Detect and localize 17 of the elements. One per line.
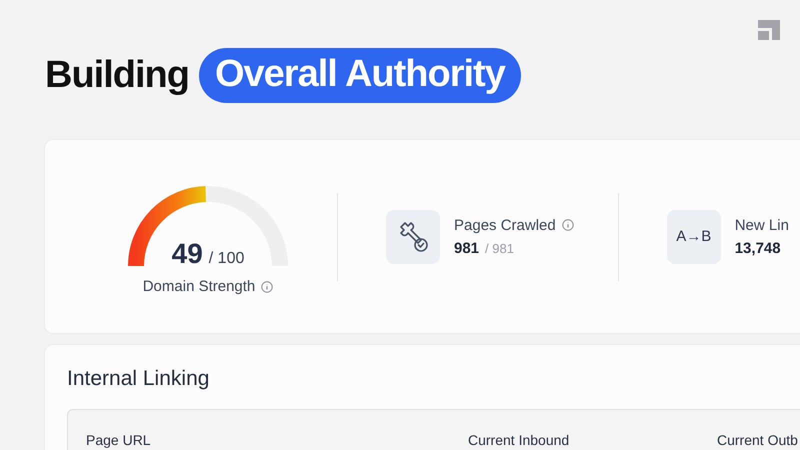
- stat-label: New Lin: [734, 216, 789, 234]
- section-title: Internal Linking: [67, 367, 210, 391]
- column-header: Current Inbound: [468, 432, 570, 448]
- headline-text: Building: [45, 54, 189, 96]
- stat-label: Pages Crawled: [454, 216, 556, 234]
- column-header: Page URL: [86, 432, 152, 448]
- wrench-icon: [386, 210, 440, 264]
- stat-icon: A→B: [666, 210, 721, 264]
- gauge-max: / 100: [208, 250, 244, 268]
- column-header: Current Outb: [717, 432, 799, 448]
- gauge-value: 49: [172, 238, 203, 270]
- gauge-label: Domain Strength: [142, 278, 256, 295]
- stat-total: / 981: [485, 240, 514, 256]
- headline-highlight: Overall Authority: [198, 48, 521, 102]
- stat-value: 13,748: [734, 240, 781, 256]
- logo-icon: [758, 20, 780, 40]
- stat-value: 981: [454, 240, 480, 256]
